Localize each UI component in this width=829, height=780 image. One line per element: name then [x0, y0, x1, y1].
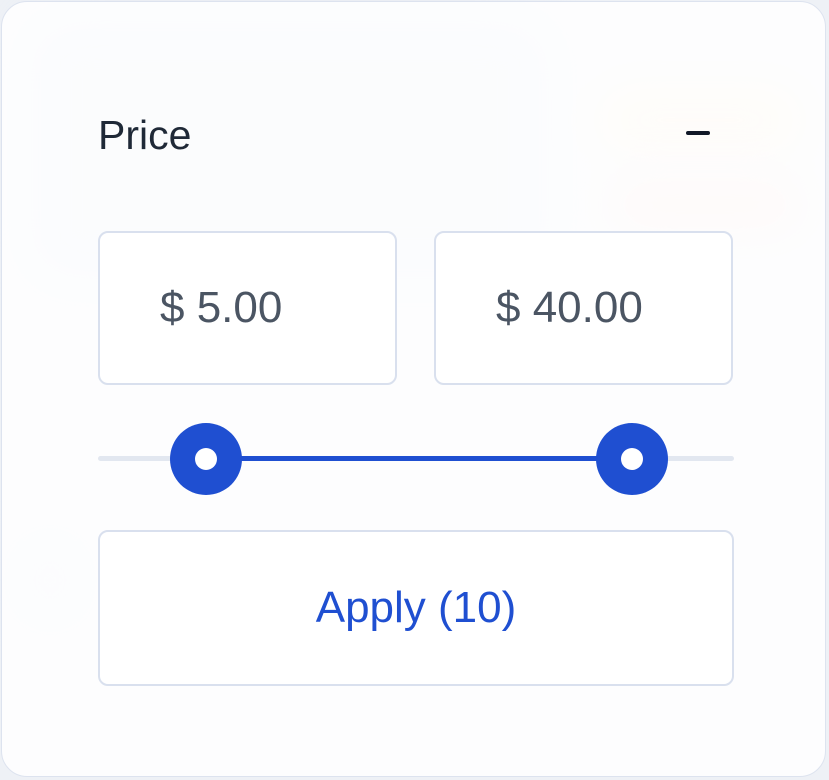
min-price-value: $ 5.00: [160, 283, 283, 332]
price-filter-panel: Price $ 5.00 $ 40.00 Apply (10): [1, 1, 826, 777]
handle-dot: [195, 448, 218, 470]
handle-dot: [621, 448, 644, 470]
apply-button-label: Apply (10): [315, 583, 517, 632]
slider-max-handle[interactable]: [596, 423, 669, 495]
slider-min-handle[interactable]: [170, 423, 243, 495]
minus-icon: [686, 131, 710, 135]
filter-title: Price: [98, 112, 192, 158]
apply-button[interactable]: Apply (10): [98, 530, 734, 686]
min-price-input[interactable]: $ 5.00: [98, 231, 397, 385]
max-price-input[interactable]: $ 40.00: [434, 231, 733, 385]
slider-selected-range: [206, 456, 633, 461]
price-range-slider[interactable]: [98, 420, 734, 498]
max-price-value: $ 40.00: [496, 283, 643, 332]
collapse-button[interactable]: [674, 112, 722, 156]
